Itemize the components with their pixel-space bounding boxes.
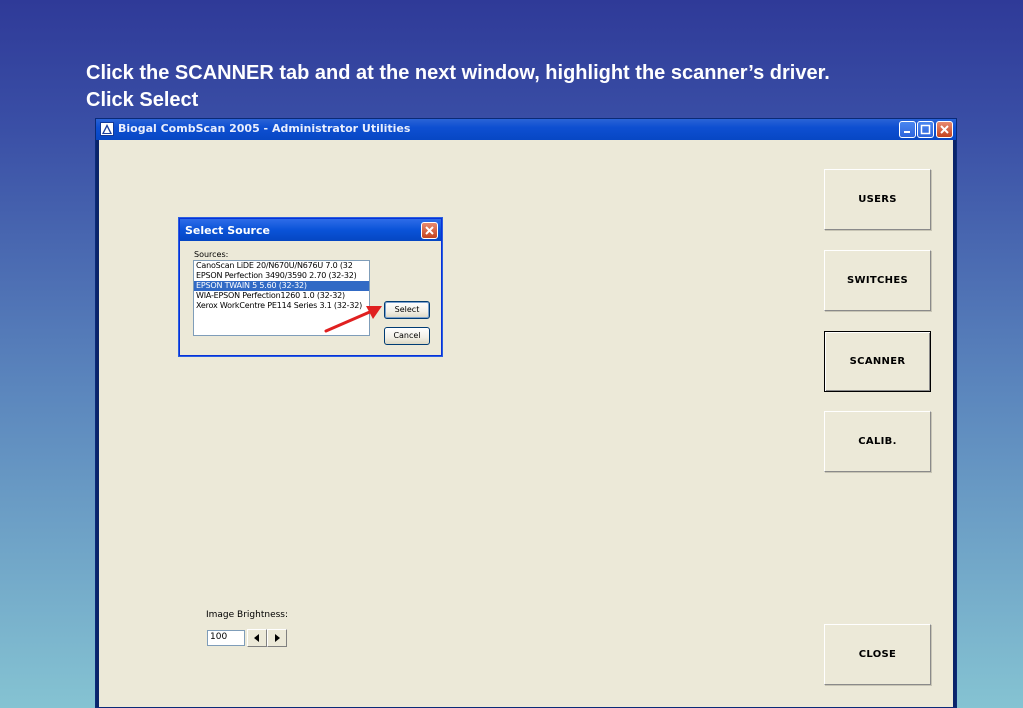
app-window: Biogal CombScan 2005 - Administrator Uti…: [95, 118, 957, 708]
dialog-title: Select Source: [185, 224, 270, 237]
dialog-titlebar[interactable]: Select Source: [180, 219, 441, 241]
app-title: Biogal CombScan 2005 - Administrator Uti…: [118, 122, 411, 135]
brightness-label: Image Brightness:: [206, 610, 289, 620]
switches-button[interactable]: SWITCHES: [824, 250, 931, 311]
cancel-button[interactable]: Cancel: [384, 327, 430, 345]
brightness-input[interactable]: 100: [207, 630, 245, 646]
red-pointer-arrow-icon: [324, 306, 382, 333]
scanner-button[interactable]: SCANNER: [824, 331, 931, 392]
slide-title: Click the SCANNER tab and at the next wi…: [86, 60, 1006, 114]
slide-title-line-1: Click the SCANNER tab and at the next wi…: [86, 62, 830, 84]
select-button[interactable]: Select: [384, 301, 430, 319]
calib-button[interactable]: CALIB.: [824, 411, 931, 472]
brightness-increase-button[interactable]: [267, 629, 287, 647]
app-logo-icon: [100, 122, 114, 136]
slide-title-line-2: Click Select: [86, 89, 199, 111]
brightness-decrease-button[interactable]: [247, 629, 267, 647]
maximize-button[interactable]: [917, 121, 934, 138]
app-titlebar[interactable]: Biogal CombScan 2005 - Administrator Uti…: [96, 119, 956, 140]
close-button[interactable]: CLOSE: [824, 624, 931, 685]
source-item[interactable]: EPSON Perfection 3490/3590 2.70 (32-32): [194, 271, 369, 281]
sources-label: Sources:: [194, 250, 229, 259]
source-item[interactable]: WIA-EPSON Perfection1260 1.0 (32-32): [194, 291, 369, 301]
users-button[interactable]: USERS: [824, 169, 931, 230]
select-source-dialog: Select Source Sources: CanoScan LiDE 20/…: [179, 218, 442, 356]
source-item-selected[interactable]: EPSON TWAIN 5 5.60 (32-32): [194, 281, 369, 291]
dialog-close-button[interactable]: [421, 222, 438, 239]
source-item[interactable]: CanoScan LiDE 20/N670U/N676U 7.0 (32: [194, 261, 369, 271]
close-window-button[interactable]: [936, 121, 953, 138]
minimize-button[interactable]: [899, 121, 916, 138]
